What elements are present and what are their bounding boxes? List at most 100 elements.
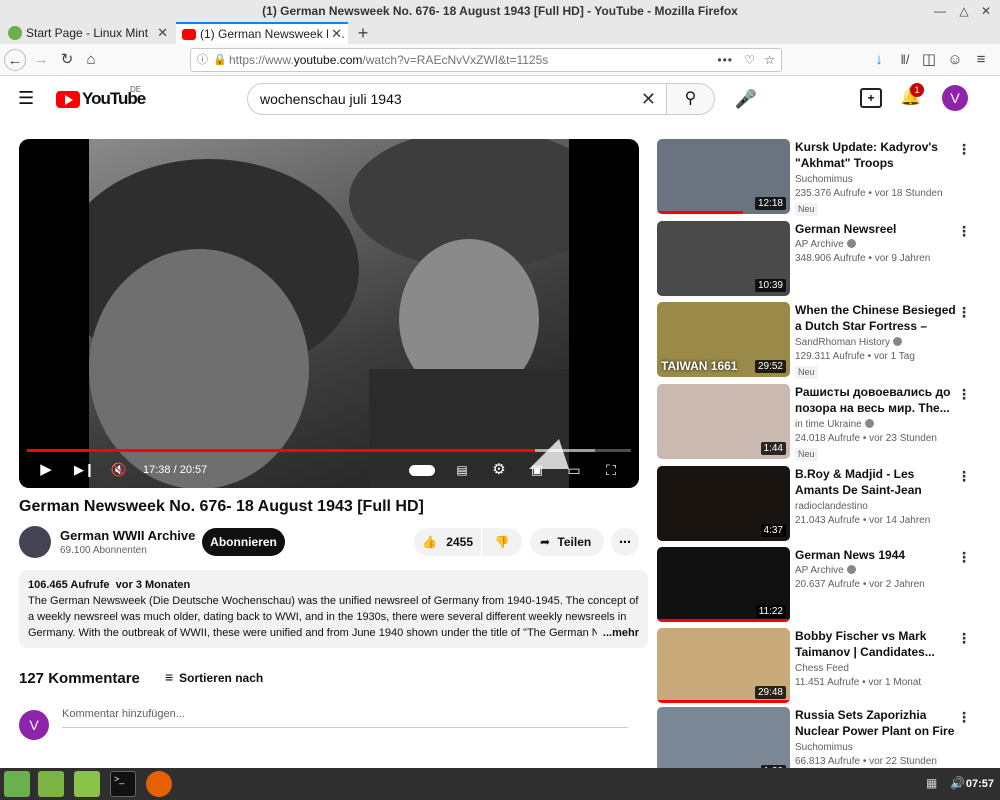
like-button[interactable]: 👍 2455 xyxy=(414,528,481,556)
video-thumbnail[interactable]: 10:39 xyxy=(657,221,790,296)
recommendation-item[interactable]: TAIWAN 1661 29:52 When the Chinese Besiege… xyxy=(657,302,987,379)
recommendation-channel[interactable]: Chess Feed xyxy=(795,662,849,676)
forward-icon[interactable]: → xyxy=(30,49,52,71)
new-tab-icon[interactable]: + xyxy=(352,22,374,44)
clear-search-icon[interactable]: ✕ xyxy=(641,84,656,114)
url-bar[interactable]: ⓘ 🔒 https://www.youtube.com/watch?v=RAEc… xyxy=(190,48,782,72)
play-icon[interactable]: ▶ xyxy=(37,459,55,481)
close-window-icon[interactable]: ✕ xyxy=(978,3,994,19)
recommendation-title[interactable]: German News 1944 xyxy=(795,547,960,563)
recommendation-channel[interactable]: in time Ukraine xyxy=(795,418,874,432)
more-vertical-icon[interactable]: ⋮ xyxy=(957,386,971,403)
terminal-icon[interactable]: >_ xyxy=(110,771,136,797)
downloads-icon[interactable]: ↓ xyxy=(868,49,890,71)
dislike-button[interactable]: 👎 xyxy=(482,528,522,556)
video-frame[interactable] xyxy=(59,139,609,488)
taskbar-clock[interactable]: 07:57 xyxy=(966,768,994,800)
recommendation-item[interactable]: 4:37 B.Roy & Madjid - Les Amants De Saint… xyxy=(657,466,987,542)
next-video-icon[interactable]: ▶❙ xyxy=(74,459,95,481)
lock-icon[interactable]: 🔒 xyxy=(213,49,227,71)
more-vertical-icon[interactable]: ⋮ xyxy=(957,468,971,485)
subscribe-button[interactable]: Abonnieren xyxy=(202,528,285,556)
share-button[interactable]: ➦ Teilen xyxy=(530,528,604,556)
video-thumbnail[interactable]: 1:44 xyxy=(657,384,790,459)
miniplayer-icon[interactable]: ▣ xyxy=(527,459,547,481)
library-icon[interactable]: ‖/ xyxy=(894,49,916,71)
recommendation-item[interactable]: 1:44 Рашисты довоевались до позора на вес… xyxy=(657,384,987,461)
video-player[interactable]: ▶ ▶❙ 🔇 17:38 / 20:57 ▤ ⚙ ▣ ▭ ⛶ xyxy=(19,139,639,488)
recommendation-channel[interactable]: radioclandestino xyxy=(795,500,868,514)
firefox-taskbar-icon[interactable] xyxy=(146,771,172,797)
more-vertical-icon[interactable]: ⋮ xyxy=(957,223,971,240)
sidebar-icon[interactable]: ◫ xyxy=(918,49,940,71)
close-tab-icon[interactable]: ✕ xyxy=(157,22,168,44)
recommendation-title[interactable]: German Newsreel xyxy=(795,221,960,237)
back-icon[interactable]: ← xyxy=(4,49,26,71)
microphone-icon[interactable]: 🎤 xyxy=(730,83,762,115)
pocket-icon[interactable]: ♡ xyxy=(744,49,755,71)
recommendation-channel[interactable]: SandRhoman History xyxy=(795,336,903,350)
more-vertical-icon[interactable]: ⋮ xyxy=(957,709,971,726)
show-desktop-icon[interactable] xyxy=(38,771,64,797)
file-manager-icon[interactable] xyxy=(74,771,100,797)
show-more-link[interactable]: ...mehr xyxy=(596,625,639,641)
progress-bar[interactable] xyxy=(27,449,631,452)
recommendation-channel[interactable]: Suchomimus xyxy=(795,741,853,755)
muted-volume-icon[interactable]: 🔇 xyxy=(109,459,129,481)
more-vertical-icon[interactable]: ⋮ xyxy=(957,141,971,158)
more-actions-button[interactable]: ⋯ xyxy=(611,528,639,556)
fullscreen-icon[interactable]: ⛶ xyxy=(601,459,621,481)
recommendation-title[interactable]: Kursk Update: Kadyrov's "Akhmat" Troops … xyxy=(795,139,960,171)
search-button[interactable]: ⚲ xyxy=(667,83,715,115)
comment-input[interactable]: Kommentar hinzufügen... xyxy=(62,708,628,728)
more-vertical-icon[interactable]: ⋮ xyxy=(957,630,971,647)
bookmark-star-icon[interactable]: ☆ xyxy=(764,49,775,71)
user-avatar[interactable]: V xyxy=(942,85,968,111)
recommendation-item[interactable]: 11:22 German News 1944 AP Archive 20.637 Au… xyxy=(657,547,987,623)
recommendation-title[interactable]: When the Chinese Besieged a Dutch Star F… xyxy=(795,302,960,334)
recommendation-channel[interactable]: Suchomimus xyxy=(795,173,853,187)
channel-avatar[interactable] xyxy=(19,526,51,558)
recommendation-channel[interactable]: AP Archive xyxy=(795,564,856,578)
video-thumbnail[interactable]: 29:48 xyxy=(657,628,790,703)
recommendation-channel[interactable]: AP Archive xyxy=(795,238,856,252)
search-input[interactable]: wochenschau juli 1943 ✕ xyxy=(247,83,667,115)
subtitles-icon[interactable]: ▤ xyxy=(452,459,472,481)
maximize-icon[interactable]: △ xyxy=(956,3,972,19)
minimize-icon[interactable]: — xyxy=(932,3,948,19)
recommendation-item[interactable]: 10:39 German Newsreel AP Archive 348.906 Au… xyxy=(657,221,987,297)
more-vertical-icon[interactable]: ⋮ xyxy=(957,304,971,321)
description-box[interactable]: 106.465 Aufrufe vor 3 Monaten The German… xyxy=(19,570,648,648)
recommendation-item[interactable]: 29:48 Bobby Fischer vs Mark Taimanov | Ca… xyxy=(657,628,987,704)
more-vertical-icon[interactable]: ⋮ xyxy=(957,549,971,566)
recommendation-title[interactable]: B.Roy & Madjid - Les Amants De Saint-Jea… xyxy=(795,466,960,498)
sort-comments-button[interactable]: ≡ Sortieren nach xyxy=(165,669,263,685)
create-video-icon[interactable]: + xyxy=(860,88,882,108)
home-icon[interactable]: ⌂ xyxy=(80,49,102,71)
video-thumbnail[interactable]: 11:22 xyxy=(657,547,790,622)
hamburger-menu-icon[interactable]: ☰ xyxy=(18,88,34,108)
channel-name[interactable]: German WWII Archive xyxy=(60,528,195,543)
page-actions-icon[interactable]: ••• xyxy=(717,49,733,71)
mint-menu-icon[interactable] xyxy=(4,771,30,797)
info-icon[interactable]: ⓘ xyxy=(197,49,208,71)
video-thumbnail[interactable]: 12:18 xyxy=(657,139,790,214)
autoplay-toggle[interactable] xyxy=(409,465,435,476)
theater-mode-icon[interactable]: ▭ xyxy=(564,459,584,481)
settings-gear-icon[interactable]: ⚙ xyxy=(489,459,509,481)
account-icon[interactable]: ☺ xyxy=(944,49,966,71)
recommendation-title[interactable]: Рашисты довоевались до позора на весь ми… xyxy=(795,384,960,416)
recommendation-title[interactable]: Bobby Fischer vs Mark Taimanov | Candida… xyxy=(795,628,960,660)
watched-progress xyxy=(657,700,790,703)
menu-icon[interactable]: ≡ xyxy=(970,49,992,71)
reload-icon[interactable]: ↻ xyxy=(56,49,78,71)
network-icon[interactable]: ▦ xyxy=(926,776,937,790)
recommendation-title[interactable]: Russia Sets Zaporizhia Nuclear Power Pla… xyxy=(795,707,960,739)
video-thumbnail[interactable]: TAIWAN 1661 29:52 xyxy=(657,302,790,377)
tab-start-page[interactable]: Start Page - Linux Mint ✕ xyxy=(2,22,174,44)
close-tab-icon[interactable]: ✕ xyxy=(328,24,342,44)
recommendation-item[interactable]: 12:18 Kursk Update: Kadyrov's "Akhmat" Tr… xyxy=(657,139,987,216)
video-thumbnail[interactable]: 4:37 xyxy=(657,466,790,541)
volume-icon[interactable]: 🔊 xyxy=(950,776,965,790)
tab-youtube[interactable]: (1) German Newsweek No. 6 ✕ xyxy=(176,22,348,44)
